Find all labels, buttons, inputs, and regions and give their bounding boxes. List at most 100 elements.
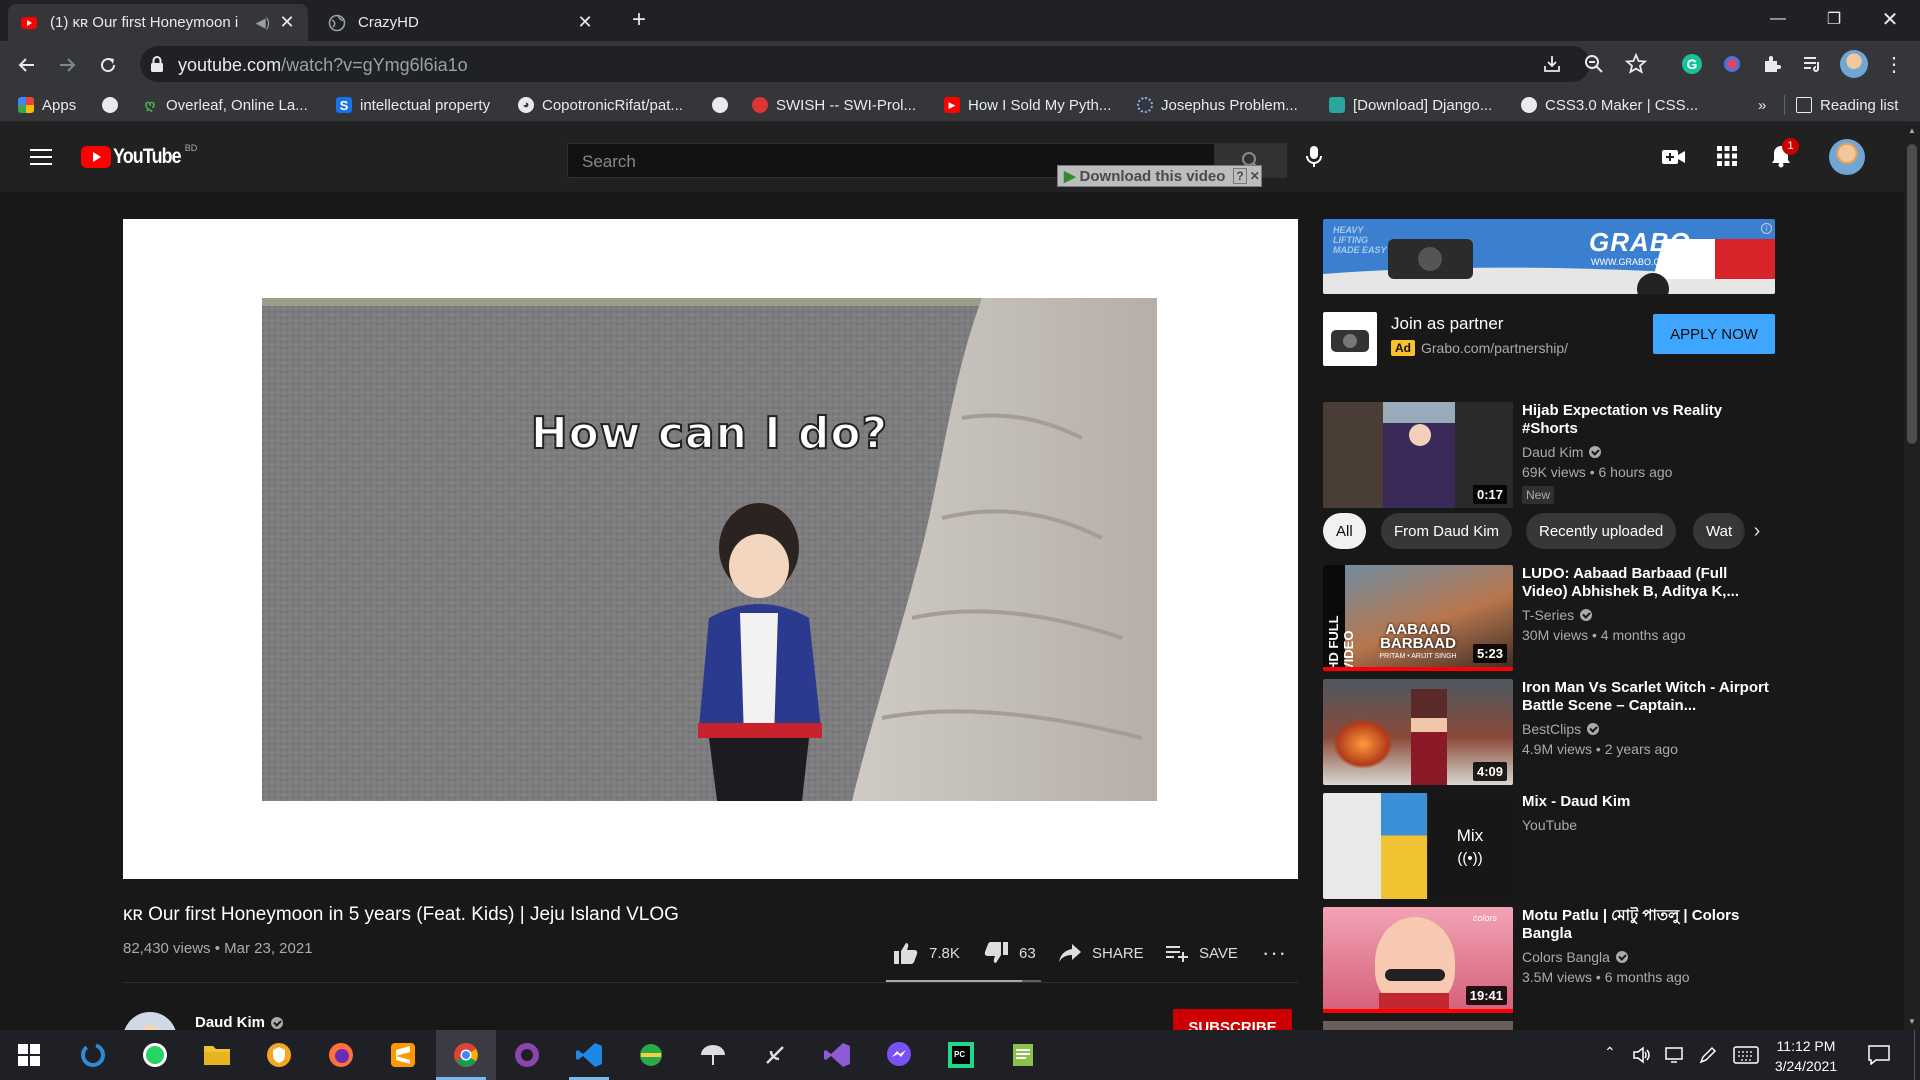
channel-name-link[interactable]: Daud Kim [195,1014,284,1030]
video-frame[interactable]: How can I do? [262,298,1157,801]
subscribe-button[interactable]: SUBSCRIBE [1173,1009,1292,1030]
taskbar-github-desktop[interactable] [502,1030,552,1080]
bookmark-star-icon[interactable] [1624,52,1648,76]
ad-banner[interactable]: HEAVY LIFTING MADE EASY GRABO WWW.GRABO.… [1323,219,1775,294]
bookmark-intellectual-property[interactable]: S intellectual property [336,88,490,122]
scroll-up-arrow-icon[interactable]: ▲ [1908,126,1916,135]
address-bar[interactable]: youtube.com/watch?v=gYmg6l6ia1o [140,46,1648,82]
dislike-button[interactable]: 63 [983,938,1036,968]
taskbar-app[interactable] [68,1030,118,1080]
recommendation-card[interactable]: colors 19:41 Motu Patlu | মোটু পাতলু | C… [1323,907,1775,1015]
notifications-button[interactable]: 1 [1770,138,1799,170]
pen-icon[interactable] [1698,1045,1718,1065]
taskbar-sublime[interactable] [378,1030,428,1080]
install-app-icon[interactable] [1540,52,1564,76]
chip-from-daud-kim[interactable]: From Daud Kim [1381,513,1513,549]
minimize-button[interactable]: — [1750,0,1806,38]
bookmark-apps[interactable]: Apps [18,88,76,122]
close-tab-icon[interactable]: ✕ [576,12,594,33]
taskbar-clock[interactable]: 11:12 PM 3/24/2021 [1766,1036,1846,1076]
youtube-logo[interactable]: YouTube BD [81,143,205,170]
account-avatar[interactable] [1829,139,1865,175]
volume-icon[interactable] [1632,1045,1652,1065]
taskbar-app-tux[interactable] [688,1030,738,1080]
create-video-icon[interactable] [1662,148,1686,166]
recommendation-card[interactable]: HD FULL VIDEO AABAAD BARBAAD PRITAM • AR… [1323,565,1775,673]
taskbar-file-explorer[interactable] [192,1030,242,1080]
taskbar-app-notepad[interactable] [998,1030,1048,1080]
page-scrollbar[interactable]: ▲ ▼ [1904,122,1920,1030]
bookmark-github[interactable]: ◕ CopotronicRifat/pat... [518,88,683,122]
close-tab-icon[interactable]: ✕ [278,12,296,33]
close-icon[interactable]: ✕ [1250,169,1260,183]
puzzle-extensions-icon[interactable] [1760,52,1784,76]
chips-next-chevron-icon[interactable]: › [1739,512,1775,550]
bookmark-globe-2[interactable] [712,88,736,122]
network-icon[interactable] [1664,1045,1684,1065]
mix-card[interactable]: Mix ((•)) Mix - Daud Kim YouTube [1323,793,1775,901]
download-video-bar[interactable]: ▶ Download this video ? ✕ [1057,165,1262,187]
lock-icon[interactable] [150,55,164,73]
like-button[interactable]: 7.8K [893,938,960,968]
profile-avatar[interactable] [1840,50,1868,78]
extension-icon[interactable] [1720,52,1744,76]
recommendation-channel[interactable]: Daud Kim [1522,444,1602,460]
video-thumbnail[interactable]: 4:09 [1323,679,1513,785]
taskbar-app-satellite[interactable] [750,1030,800,1080]
taskbar-maps-app[interactable] [626,1030,676,1080]
reading-list-button[interactable]: Reading list [1796,88,1898,122]
audio-playing-icon[interactable]: ◀) [256,15,270,31]
video-thumbnail[interactable]: colors 19:41 [1323,907,1513,1013]
bookmark-globe[interactable] [102,88,126,122]
show-desktop-button[interactable] [1914,1030,1920,1080]
bookmark-django[interactable]: [Download] Django... [1329,88,1492,122]
taskbar-chrome[interactable] [436,1030,496,1080]
chip-watched[interactable]: Wat [1693,513,1746,549]
share-button[interactable]: SHARE [1058,938,1144,968]
taskbar-vscode[interactable] [564,1030,614,1080]
action-center-icon[interactable] [1868,1045,1890,1065]
taskbar-firefox[interactable] [316,1030,366,1080]
tab-youtube[interactable]: (1) ᴋʀ Our first Honeymoon i ◀) ✕ [8,4,308,41]
video-thumbnail[interactable]: HD FULL VIDEO AABAAD BARBAAD PRITAM • AR… [1323,565,1513,671]
chrome-menu-icon[interactable]: ⋮ [1882,52,1906,76]
taskbar-whatsapp[interactable] [130,1030,180,1080]
touch-keyboard-icon[interactable] [1733,1046,1759,1064]
start-button[interactable] [4,1030,54,1080]
bookmark-josephus[interactable]: Josephus Problem... [1137,88,1298,122]
video-player[interactable]: How can I do? [123,219,1298,879]
bookmark-swish[interactable]: SWISH -- SWI-Prol... [752,88,916,122]
recommendation-channel[interactable]: Colors Bangla [1522,949,1628,965]
back-button[interactable] [12,50,42,80]
zoom-icon[interactable] [1582,52,1606,76]
bookmark-css-maker[interactable]: CSS3.0 Maker | CSS... [1521,88,1698,122]
bookmark-overleaf[interactable]: ღ Overleaf, Online La... [142,88,308,122]
save-button[interactable]: SAVE [1165,938,1238,968]
help-icon[interactable]: ? [1233,168,1247,184]
hamburger-menu-icon[interactable] [30,149,52,165]
url-text[interactable]: youtube.com/watch?v=gYmg6l6ia1o [178,55,468,76]
forward-button[interactable] [52,50,82,80]
more-actions-icon[interactable]: ··· [1262,938,1287,968]
grammarly-extension-icon[interactable]: G [1680,52,1704,76]
recommendation-card[interactable]: 4:09 Iron Man Vs Scarlet Witch - Airport… [1323,679,1775,787]
ad-info-icon[interactable]: i [1761,223,1772,234]
taskbar-app-shield[interactable] [254,1030,304,1080]
taskbar-pycharm[interactable]: PC [936,1030,986,1080]
video-thumbnail[interactable]: 0:17 [1323,402,1513,508]
channel-avatar[interactable] [123,1012,177,1030]
restore-button[interactable]: ❐ [1806,0,1862,38]
window-close-button[interactable]: ✕ [1862,0,1918,38]
chip-recently-uploaded[interactable]: Recently uploaded [1526,513,1677,549]
recommendation-card[interactable]: 0:17 Hijab Expectation vs Reality #Short… [1323,402,1775,510]
tab-crazyhd[interactable]: CrazyHD ✕ [316,4,606,41]
recommendation-channel[interactable]: BestClips [1522,721,1600,737]
taskbar-visual-studio[interactable] [812,1030,862,1080]
mix-thumbnail[interactable]: Mix ((•)) [1323,793,1513,899]
apply-now-button[interactable]: APPLY NOW [1653,314,1775,354]
media-queue-icon[interactable] [1800,52,1824,76]
taskbar-messenger[interactable] [874,1030,924,1080]
reload-button[interactable] [93,50,123,80]
microphone-icon[interactable] [1304,144,1324,170]
apps-grid-icon[interactable] [1716,145,1738,167]
